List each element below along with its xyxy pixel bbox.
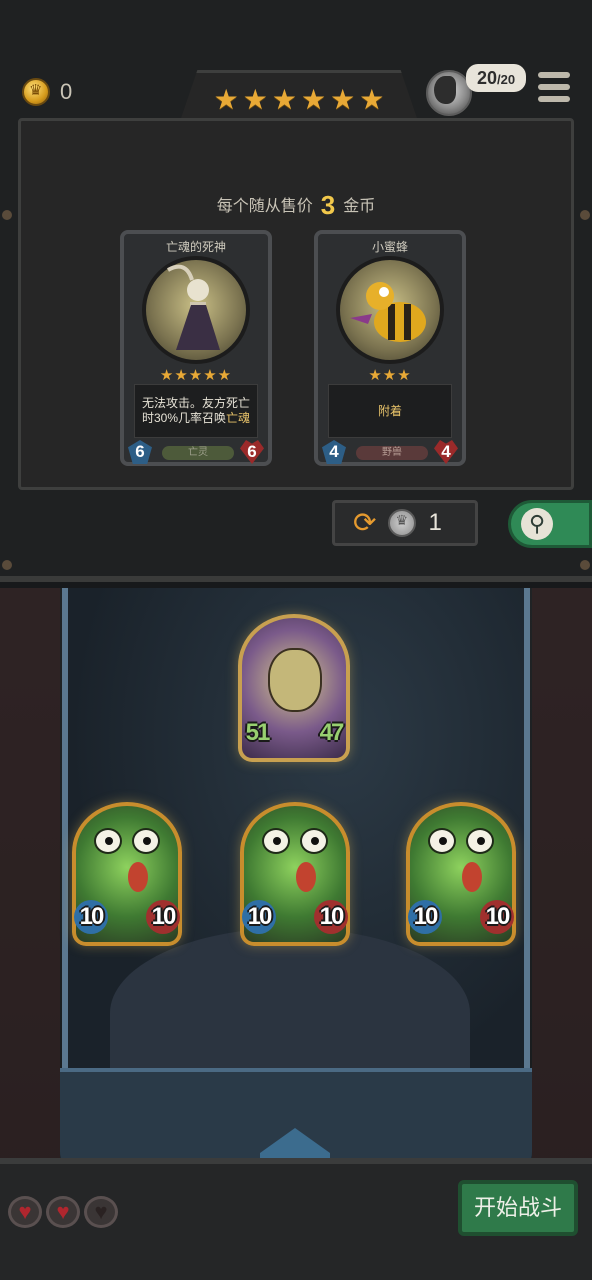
refresh-cost: 1 (428, 509, 442, 536)
star-icon: ★ (242, 84, 268, 115)
card-attack: 6 (128, 440, 152, 464)
reaper-portrait-icon (142, 256, 250, 364)
frog-tongue (128, 862, 148, 892)
menu-bar (538, 72, 570, 78)
eye (262, 828, 290, 854)
gold-counter: 0 (22, 78, 72, 106)
shop-panel: 0 ★ ★ ★ ★ ★ ★ 20/20 每个随从售价3金币 亡魂的死神 ★★★★… (0, 0, 592, 582)
shop-area (18, 118, 574, 490)
menu-bar (538, 84, 570, 90)
minion-health: 10 (480, 900, 514, 934)
card-health: 6 (240, 440, 264, 464)
hamburger-menu-icon[interactable] (538, 72, 570, 102)
rivet (2, 560, 12, 570)
eye (94, 828, 122, 854)
refresh-icon: ⟳ (353, 507, 377, 538)
card-tribe: 亡灵 (162, 446, 234, 460)
heart-icon: ♥ (84, 1196, 118, 1228)
card-health: 4 (434, 440, 458, 464)
lives: ♥ ♥ ♥ (8, 1196, 118, 1228)
rivet (580, 560, 590, 570)
bee-icon (350, 282, 426, 342)
player-minion-frog[interactable]: 10 10 (240, 802, 350, 946)
eye (466, 828, 494, 854)
sell-price-suffix: 金币 (343, 198, 376, 215)
frog-eyes (94, 828, 160, 854)
frog-eyes (262, 828, 328, 854)
minion-health: 10 (146, 900, 180, 934)
minion-attack: 51 (245, 719, 271, 746)
eye (300, 828, 328, 854)
minion-attack: 10 (408, 900, 442, 934)
card-description: 无法攻击。友方死亡时30%几率召唤亡魂 (134, 384, 258, 438)
witch-face-icon (268, 648, 322, 712)
search-icon: ⚲ (521, 508, 553, 540)
star-icon: ★ (359, 84, 385, 115)
sell-price-value: 3 (320, 190, 336, 220)
heart-icon: ♥ (8, 1196, 42, 1228)
sell-price-prefix: 每个随从售价 (216, 198, 313, 215)
card-name: 亡魂的死神 (165, 240, 226, 254)
shop-card-reaper[interactable]: 亡魂的死神 ★★★★★ 无法攻击。友方死亡时30%几率召唤亡魂 6 亡灵 6 (120, 230, 272, 466)
card-stars: ★★★ (368, 367, 412, 384)
enemy-minion[interactable]: 51 47 (238, 614, 350, 762)
start-battle-button[interactable]: 开始战斗 (458, 1180, 578, 1236)
sell-price-line: 每个随从售价 3 金币 (0, 190, 592, 221)
minion-health: 47 (319, 719, 345, 746)
menu-bar (538, 96, 570, 102)
shop-card-bee[interactable]: 小蜜蜂 ★★★ 附着 4 野兽 4 (314, 230, 466, 466)
hero-hp-max: 20 (500, 72, 516, 87)
frog-eyes (428, 828, 494, 854)
silver-coin-icon (388, 509, 417, 537)
player-minion-frog[interactable]: 10 10 (406, 802, 516, 946)
eye (428, 828, 456, 854)
card-desc-keyword: 亡魂 (226, 411, 251, 425)
eye (132, 828, 160, 854)
search-button[interactable]: ⚲ (508, 500, 592, 548)
card-attack: 4 (322, 440, 346, 464)
heart-icon: ♥ (46, 1196, 80, 1228)
minion-attack: 10 (74, 900, 108, 934)
frog-tongue (296, 862, 316, 892)
star-icon: ★ (301, 84, 327, 115)
card-name: 小蜜蜂 (371, 240, 408, 254)
gold-amount: 0 (60, 79, 73, 104)
card-description: 附着 (328, 384, 452, 438)
refresh-button[interactable]: ⟳ 1 (332, 500, 478, 546)
hero-hp-current: 20 (476, 68, 497, 88)
card-tribe: 野兽 (356, 446, 428, 460)
card-desc-keyword: 附着 (377, 403, 402, 418)
card-stars: ★★★★★ (159, 367, 233, 384)
hero-health-bubble: 20/20 (466, 64, 526, 92)
skeleton-icon (167, 264, 220, 350)
minion-health: 10 (314, 900, 348, 934)
gold-coin-icon (22, 78, 50, 106)
star-icon: ★ (271, 84, 297, 115)
bee-portrait-icon (336, 256, 444, 364)
star-icon: ★ (330, 84, 356, 115)
frog-tongue (462, 862, 482, 892)
minion-attack: 10 (242, 900, 276, 934)
star-icon: ★ (213, 84, 239, 115)
player-minion-frog[interactable]: 10 10 (72, 802, 182, 946)
